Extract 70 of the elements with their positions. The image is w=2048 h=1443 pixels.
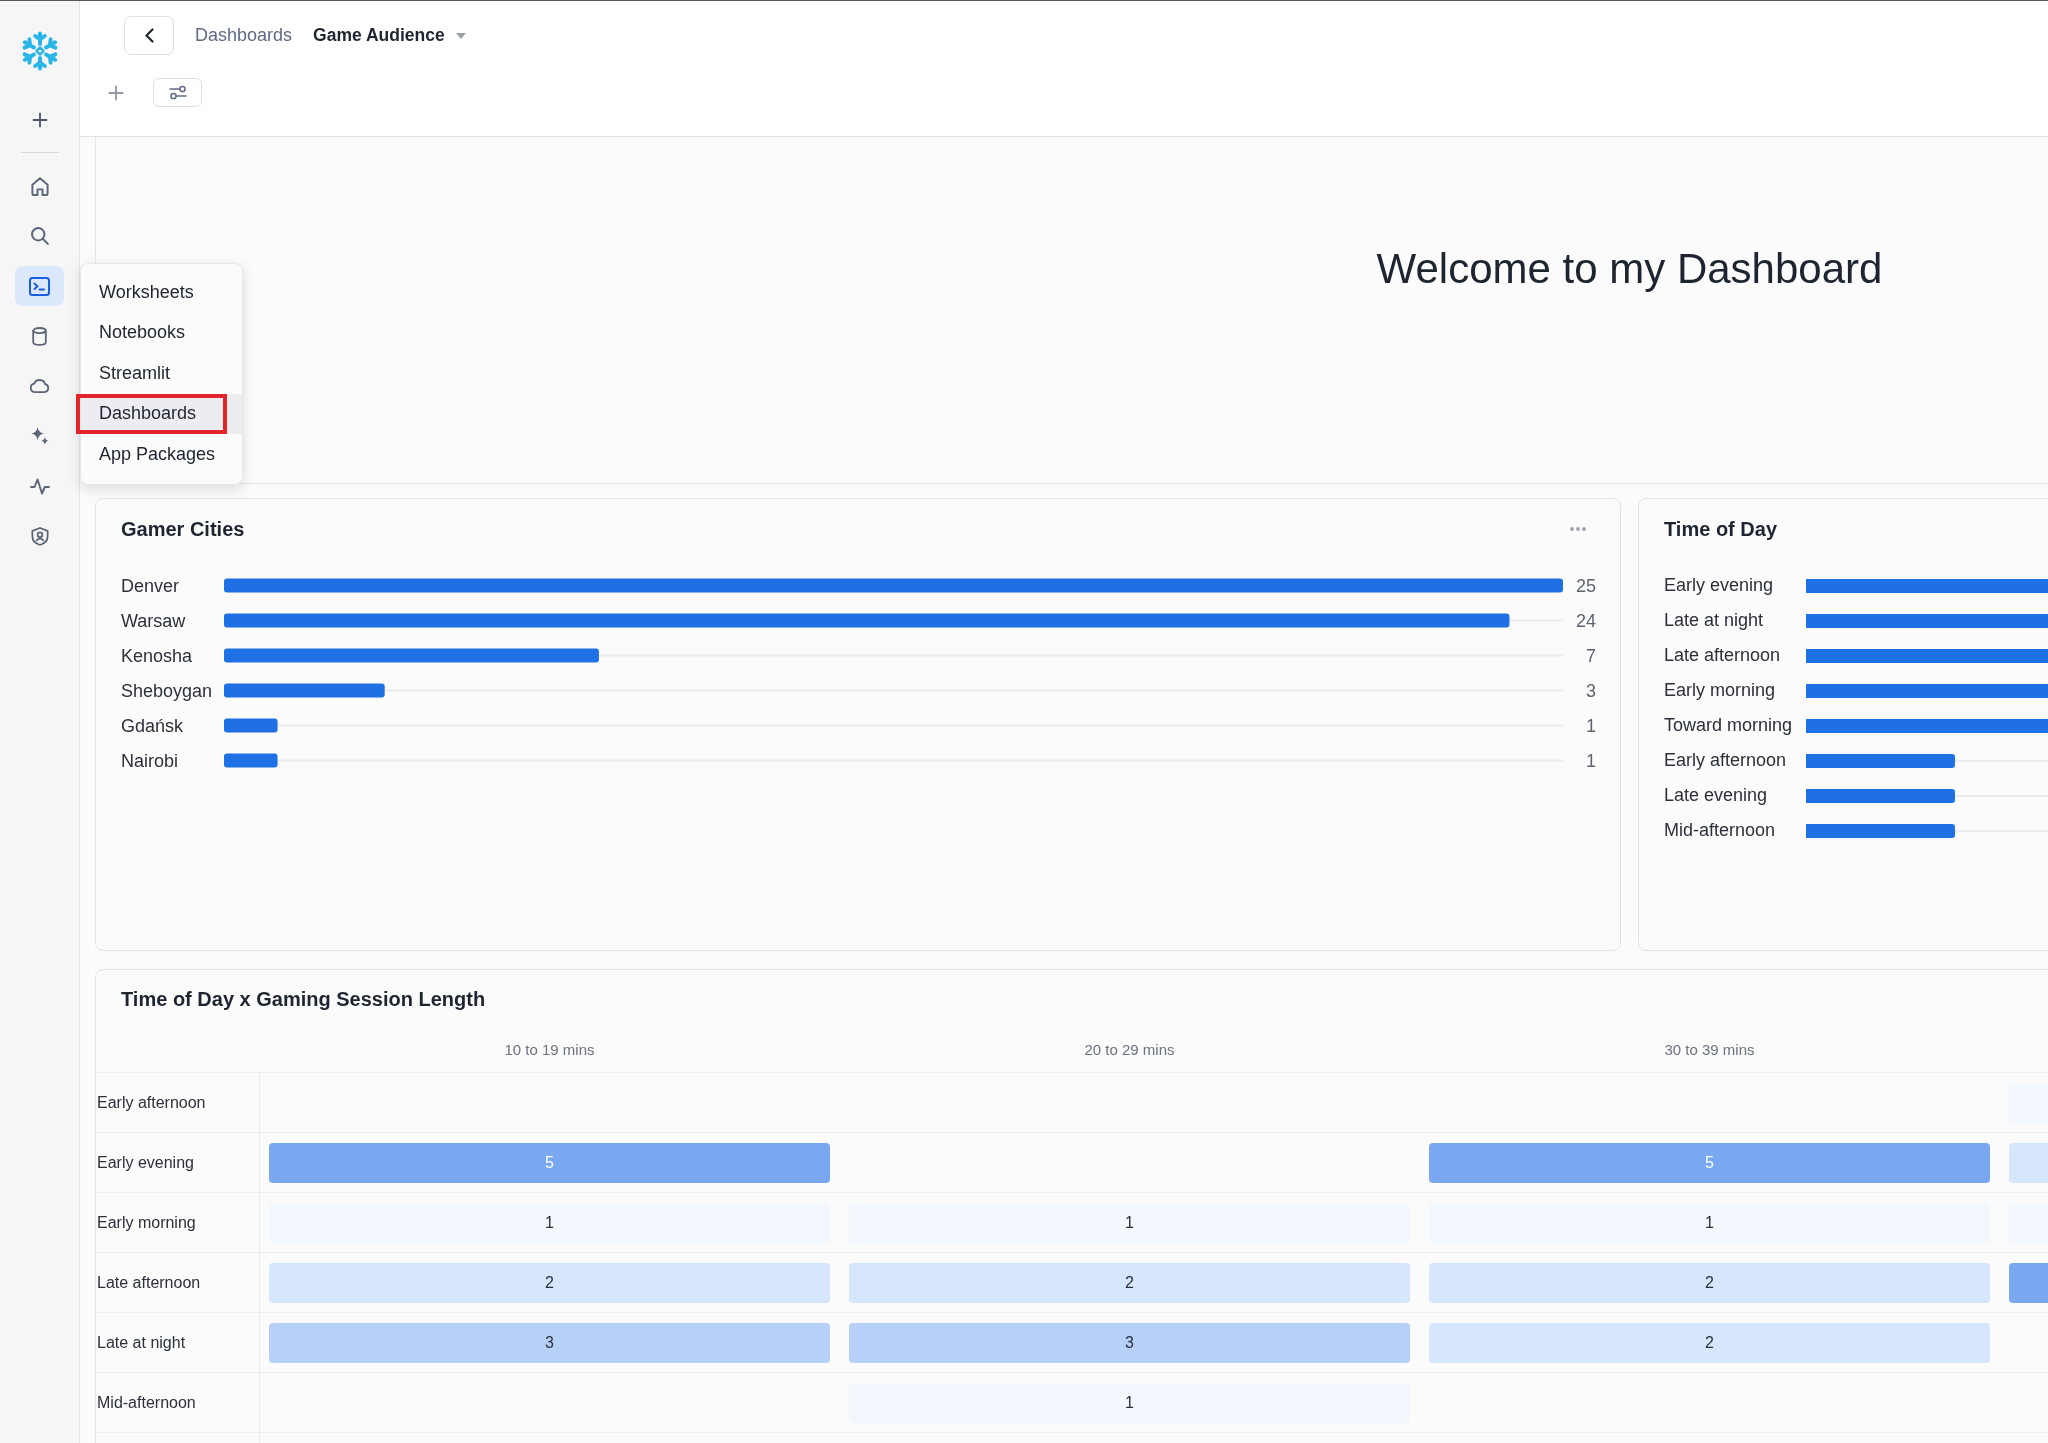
database-icon xyxy=(32,326,47,346)
menu-item[interactable]: App Packages xyxy=(81,434,242,475)
heatmap-cell: 2 xyxy=(849,1262,1410,1303)
bar xyxy=(224,753,278,768)
menu-item[interactable]: Notebooks xyxy=(81,312,242,353)
cloud-icon xyxy=(29,379,50,393)
column-header: 20 to 29 mins xyxy=(1084,1040,1175,1060)
terminal-icon xyxy=(29,276,50,296)
add-button[interactable] xyxy=(108,84,124,101)
heatmap-cell: 5 xyxy=(269,1142,830,1183)
category-label: Denver xyxy=(121,575,180,596)
shield-user-icon xyxy=(30,526,49,546)
category-label: Nairobi xyxy=(121,750,179,771)
column-header: 10 to 19 mins xyxy=(504,1040,595,1060)
category-label: Late afternoon xyxy=(1664,645,1782,666)
sliders-icon xyxy=(168,85,187,100)
category-label: Toward morning xyxy=(1664,715,1794,736)
row-label: Early afternoon xyxy=(96,1073,260,1132)
card-title: Time of Day x Gaming Session Length xyxy=(121,987,487,1011)
heatmap-cell: 1 xyxy=(269,1202,830,1243)
heatmap-cell: 5 xyxy=(1429,1142,1990,1183)
plus-icon xyxy=(108,84,124,101)
title-dropdown[interactable]: Game Audience xyxy=(313,20,466,51)
heatmap-cell: 2 xyxy=(1429,1262,1990,1303)
filter-button[interactable] xyxy=(153,78,202,107)
sparkle-icon xyxy=(30,427,49,445)
column-header: 30 to 39 mins xyxy=(1664,1040,1755,1060)
heatmap-cell: 1 xyxy=(849,1382,1410,1423)
heatmap-cell: 1 xyxy=(1429,1202,1990,1243)
category-label: Late at night xyxy=(1664,610,1765,631)
breadcrumb-link[interactable]: Dashboards xyxy=(195,25,293,46)
pulse-icon xyxy=(29,477,50,495)
row-label: Late at night xyxy=(96,1313,260,1372)
row-label: Late afternoon xyxy=(96,1253,260,1312)
value-label: 1 xyxy=(1586,715,1596,736)
value-label: 24 xyxy=(1575,610,1596,631)
category-label: Mid-afternoon xyxy=(1664,820,1777,841)
value-label: 25 xyxy=(1575,575,1596,596)
heatmap-cell: 2 xyxy=(1429,1322,1990,1363)
chevron-left-icon xyxy=(144,28,154,43)
menu-item[interactable]: Streamlit xyxy=(81,353,242,394)
heatmap-cell: 1 xyxy=(849,1202,1410,1243)
terminal-button[interactable] xyxy=(15,266,64,306)
category-label: Warsaw xyxy=(121,610,186,631)
category-label: Early evening xyxy=(1664,575,1775,596)
category-label: Kenosha xyxy=(121,645,193,666)
welcome-heading: Welcome to my Dashboard xyxy=(1376,244,1883,294)
caret-icon xyxy=(455,32,466,39)
card-title: Time of Day xyxy=(1664,517,1777,541)
search-icon xyxy=(30,227,49,245)
back-button[interactable] xyxy=(124,16,174,55)
heatmap-cell: 3 xyxy=(269,1322,830,1363)
category-label: Sheboygan xyxy=(121,680,213,701)
plus-icon xyxy=(31,112,48,128)
home-icon xyxy=(30,176,49,196)
menu-item[interactable]: Worksheets xyxy=(81,272,242,313)
category-label: Late evening xyxy=(1664,785,1769,806)
value-label: 3 xyxy=(1586,680,1596,701)
category-label: Early afternoon xyxy=(1664,750,1788,771)
value-label: 7 xyxy=(1586,645,1596,666)
bar xyxy=(224,718,278,733)
row-label: Early evening xyxy=(96,1133,260,1192)
card-title: Gamer Cities xyxy=(121,517,245,541)
category-label: Gdańsk xyxy=(121,715,184,736)
heatmap-cell: 3 xyxy=(849,1322,1410,1363)
row-label: Early morning xyxy=(96,1193,260,1252)
row-label: Mid-afternoon xyxy=(96,1373,260,1432)
heatmap-cell: 2 xyxy=(269,1262,830,1303)
category-label: Early morning xyxy=(1664,680,1777,701)
value-label: 1 xyxy=(1586,750,1596,771)
